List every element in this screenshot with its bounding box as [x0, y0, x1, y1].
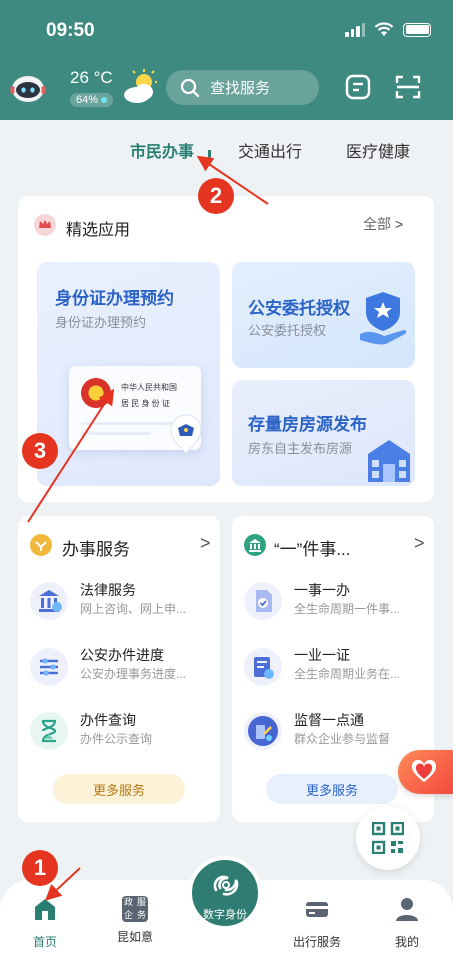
id-card-text-1: 中华人民共和国 — [121, 383, 177, 392]
affairs-item-subtitle: 网上咨询、网上申... — [80, 602, 187, 616]
id-card-text-2: 居 民 身 份 证 — [121, 399, 170, 408]
tab-citizen-affairs[interactable]: 市民办事 — [130, 138, 194, 162]
temperature-text: 26 °C — [70, 68, 113, 87]
id-card-tile-title: 身份证办理预约 — [55, 289, 174, 308]
user-icon — [396, 898, 418, 921]
tabbar-home-label: 首页 — [32, 935, 57, 949]
supervision-icon — [244, 712, 282, 750]
housing-listing-tile[interactable]: 存量房房源发布 房东自主发布房源 — [232, 380, 415, 486]
housing-tile-title: 存量房房源发布 — [248, 415, 367, 434]
home-icon — [35, 899, 55, 920]
scan-icon[interactable] — [395, 74, 421, 100]
robot-avatar-icon[interactable] — [10, 70, 46, 106]
featured-more-label: 全部 — [363, 216, 391, 232]
kunruyi-icon-char: 政 — [123, 897, 133, 907]
kunruyi-icon-char: 企 — [123, 910, 133, 920]
one-item-item-subtitle: 全生命周期一件事... — [294, 602, 401, 616]
government-building-icon — [244, 534, 266, 556]
featured-title: 精选应用 — [66, 222, 131, 239]
annotation-marker-2: 2 — [198, 178, 234, 214]
police-auth-tile-subtitle: 公安委托授权 — [248, 323, 327, 338]
hourglass-icon — [30, 712, 68, 750]
affairs-service-icon — [30, 534, 52, 556]
heart-icon — [411, 760, 437, 782]
search-icon — [180, 78, 200, 97]
national-emblem-icon — [81, 378, 111, 408]
tabbar-travel-label: 出行服务 — [292, 935, 341, 949]
tabbar-kunruyi-label: 昆如意 — [116, 930, 153, 944]
digital-identity-button[interactable]: 数字身份 — [188, 856, 262, 930]
kunruyi-icon-char: 务 — [136, 910, 146, 920]
message-icon[interactable] — [345, 74, 371, 100]
police-badge-icon — [170, 414, 202, 454]
id-card-tile-subtitle: 身份证办理预约 — [55, 315, 147, 330]
housing-tile-subtitle: 房东自主发布房源 — [248, 441, 353, 456]
document-check-icon — [244, 582, 282, 620]
chevron-right-icon: > — [394, 216, 404, 232]
affairs-more-button[interactable]: 更多服务 — [53, 774, 185, 804]
shield-hand-icon — [360, 292, 407, 345]
search-input[interactable]: 查找服务 — [166, 70, 319, 105]
digital-identity-label: 数字身份 — [203, 909, 247, 921]
partly-cloudy-icon — [124, 69, 157, 103]
tabbar-kunruyi[interactable]: 政服企务 昆如意 — [100, 880, 170, 945]
affairs-item-title[interactable]: 法律服务 — [80, 580, 136, 600]
travel-card-icon — [306, 902, 328, 917]
certificate-icon — [244, 648, 282, 686]
legal-service-icon — [30, 582, 68, 620]
one-item-item-subtitle: 群众企业参与监督 — [294, 732, 391, 746]
featured-more-link[interactable]: 全部 > — [363, 214, 403, 234]
battery-icon — [403, 22, 431, 37]
tab-medical[interactable]: 医疗健康 — [346, 138, 410, 162]
kunruyi-icon-char: 服 — [136, 897, 146, 907]
tabbar-home[interactable]: 首页 — [10, 880, 80, 950]
one-item-item-title[interactable]: 一业一证 — [294, 645, 350, 665]
one-item-item-title[interactable]: 监督一点通 — [294, 710, 364, 730]
police-authorization-tile[interactable]: 公安委托授权 公安委托授权 — [232, 262, 415, 368]
house-icon — [368, 440, 410, 482]
category-tabs: 市民办事 交通出行 医疗健康 — [0, 138, 453, 162]
affairs-item-title[interactable]: 公安办件进度 — [80, 645, 164, 665]
affairs-chevron-right-icon[interactable]: > — [200, 533, 211, 554]
government-services-icon: 政服企务 — [122, 896, 148, 922]
floating-heart-button[interactable] — [398, 750, 453, 794]
crown-icon — [34, 214, 56, 236]
tabbar-travel[interactable]: 出行服务 — [282, 880, 352, 950]
search-placeholder: 查找服务 — [210, 80, 271, 97]
qr-code-icon — [372, 822, 404, 854]
digital-identity-logo-icon — [213, 875, 239, 896]
progress-settings-icon — [30, 648, 68, 686]
status-time: 09:50 — [46, 20, 95, 41]
one-item-more-button[interactable]: 更多服务 — [266, 774, 398, 804]
signal-icon — [345, 22, 365, 37]
status-icons — [345, 22, 431, 37]
humidity-badge: 64% — [70, 93, 114, 107]
police-auth-tile-title: 公安委托授权 — [248, 299, 350, 318]
one-item-item-subtitle: 全生命周期业务在... — [294, 667, 401, 681]
id-card-appointment-tile[interactable]: 身份证办理预约 身份证办理预约 中华人民共和国 居 民 身 份 证 — [37, 262, 220, 486]
tab-traffic[interactable]: 交通出行 — [238, 138, 302, 162]
one-item-item-title[interactable]: 一事一办 — [294, 580, 350, 600]
affairs-item-subtitle: 公安办理事务进度... — [80, 667, 187, 681]
one-item-chevron-right-icon[interactable]: > — [414, 533, 425, 554]
floating-qr-button[interactable] — [356, 806, 420, 870]
affairs-item-title[interactable]: 办件查询 — [80, 710, 136, 730]
humidity-text: 64% — [76, 94, 99, 106]
one-item-title: “一”件事... — [274, 540, 351, 559]
affairs-service-title: 办事服务 — [62, 540, 130, 559]
affairs-item-subtitle: 办件公示查询 — [80, 732, 153, 746]
tabbar-profile-label: 我的 — [394, 935, 419, 949]
annotation-marker-3: 3 — [22, 433, 58, 469]
annotation-marker-1: 1 — [22, 850, 58, 886]
tabbar-profile[interactable]: 我的 — [372, 880, 442, 950]
header-bar: 09:50 26 °C 64% 查找服务 — [0, 0, 453, 120]
wifi-icon — [374, 22, 394, 36]
